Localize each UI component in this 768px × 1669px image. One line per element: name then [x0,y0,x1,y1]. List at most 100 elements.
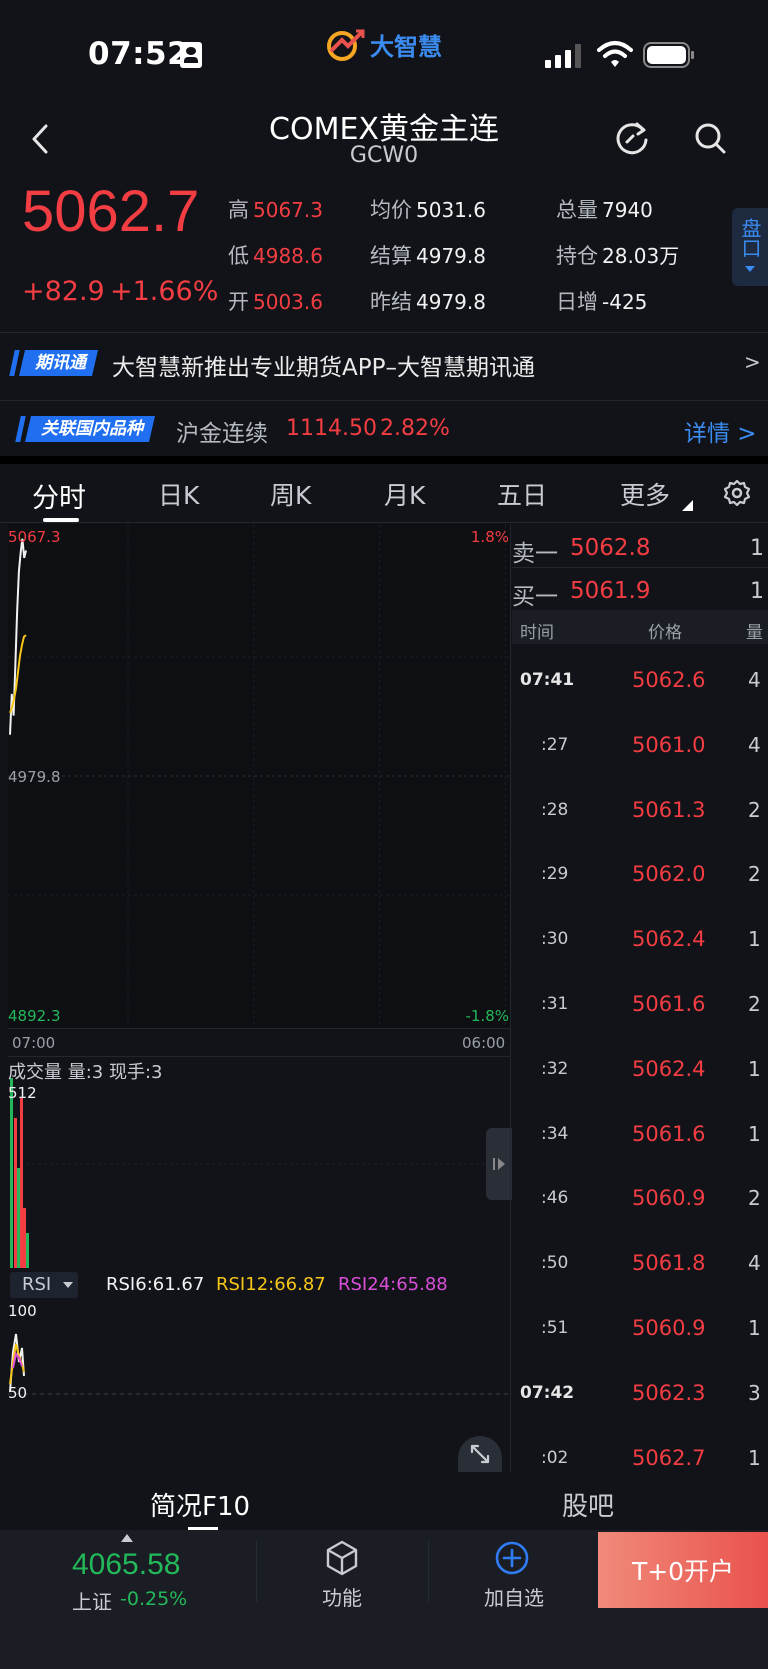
tick-time: 07:42 [520,1382,575,1403]
volume-bar [10,1078,13,1268]
tick-time: :02 [541,1447,569,1468]
logo-mark-icon [327,29,365,61]
rsi-chart[interactable]: RSI RSI6:61.67 RSI12:66.87 RSI24:65.88 1… [8,1272,511,1472]
intraday-price-svg [8,524,511,1028]
index-value[interactable]: 4065.58 [72,1548,180,1582]
collapse-handle[interactable] [486,1128,512,1200]
tick-price: 5060.9 [632,1186,706,1211]
ask-price: 5062.8 [570,535,651,561]
tick-time: :28 [541,799,569,820]
tick-time: :32 [541,1058,569,1079]
volume-title: 成交量 量:3 现手:3 [8,1062,163,1083]
refresh-icon[interactable] [612,118,652,158]
intraday-chart[interactable]: 5067.3 1.8% 4979.8 4892.3 -1.8% [8,524,511,1028]
tick-time: :30 [541,929,569,950]
tick-qty: 2 [748,992,761,1016]
news-headline[interactable]: 大智慧新推出专业期货APP–大智慧期讯通 [112,348,535,382]
tick-time: :31 [541,994,569,1014]
rsi-selector[interactable]: RSI [10,1272,78,1298]
rsi24-value: RSI24:65.88 [338,1274,448,1295]
caret-down-icon [745,266,755,272]
open-account-button[interactable]: T+0开户 [598,1532,768,1608]
quote-field-label: 开 [228,290,249,314]
play-pause-icon [493,1158,505,1170]
rsi-selector-label: RSI [22,1274,52,1295]
price-change-percent: +1.66% [110,276,219,307]
quote-field: 结算 4979.8 [370,240,486,270]
quote-field: 昨结 4979.8 [370,286,486,316]
related-detail-link[interactable]: 详情 > [684,414,757,448]
add-circle-icon [495,1541,529,1575]
index-name: 上证 [72,1590,112,1614]
search-icon[interactable] [690,118,730,158]
tab-intraday[interactable]: 分时 [32,476,86,515]
app-logo: 大智慧 [326,24,444,64]
rsi-top: 100 [8,1302,37,1320]
divider [8,1028,511,1029]
panel-divider [510,524,511,1472]
order-panel-tab[interactable]: 盘口 [732,208,768,286]
quote-field-value: 28.03万 [602,244,680,268]
tick-price: 5061.8 [632,1251,706,1276]
rsi-mid: 50 [8,1384,28,1402]
tab-monthly-k[interactable]: 月K [384,476,425,512]
quote-field-label: 低 [228,244,249,268]
tick-price: 5060.9 [632,1316,706,1340]
quote-field-label: 持仓 [556,244,598,268]
tab-forum[interactable]: 股吧 [562,1486,614,1523]
divider [256,1540,257,1602]
volume-bar [23,1208,26,1268]
quote-field: 日增 -425 [556,286,647,316]
fullscreen-button[interactable] [458,1436,502,1472]
function-button[interactable]: 功能 [300,1538,384,1610]
news-tag-label: 期讯通 [19,350,98,376]
tick-qty: 2 [748,862,761,887]
tab-f10[interactable]: 简况F10 [150,1486,250,1523]
tick-time: :29 [541,864,569,885]
tab-more[interactable]: 更多 [620,476,670,512]
bottom-tabs [0,1472,768,1530]
quote-field: 低 4988.6 [228,240,323,270]
divider [428,1540,429,1602]
quote-field-value: 7940 [602,198,653,222]
contract-code: GCW0 [349,143,419,168]
related-percent: 2.82% [380,416,450,441]
divider [8,1056,511,1057]
volume-bars-svg [8,1078,511,1268]
quote-field: 总量 7940 [556,194,653,224]
tick-qty: 4 [748,732,761,757]
tick-qty: 2 [748,1186,761,1211]
add-watchlist-button[interactable]: 加自选 [474,1538,558,1610]
caret-down-icon [62,1282,73,1288]
quote-field-value: -425 [602,290,648,314]
volume-bar [17,1168,20,1268]
tick-qty: 2 [748,797,761,822]
tick-qty: 1 [748,1121,761,1146]
tag-edge [9,350,20,376]
related-name: 沪金连续 [176,421,268,447]
tab-weekly-k[interactable]: 周K [270,476,311,512]
tab-daily-k[interactable]: 日K [158,476,199,512]
related-tag: 关联国内品种 [15,416,155,442]
more-caret-icon [682,500,693,511]
tick-price: 5061.0 [632,732,706,757]
quote-field: 持仓 28.03万 [556,240,679,270]
tick-qty: 1 [748,927,761,952]
index-up-caret-icon [121,1534,133,1542]
quote-field-value: 5003.6 [253,290,323,314]
ask-qty: 1 [750,536,764,561]
tick-qty: 1 [748,1316,761,1340]
quote-field: 高 5067.3 [228,194,323,224]
ticks-header-qty: 量 [746,623,763,643]
battery-icon [643,42,694,68]
tab-five-day[interactable]: 五日 [497,476,547,512]
ticks-header-price: 价格 [648,623,682,643]
related-tag-label: 关联国内品种 [25,416,155,442]
volume-chart[interactable]: 成交量 量:3 现手:3 512 [8,1058,512,1270]
news-arrow[interactable]: > [744,350,761,374]
gear-icon[interactable] [722,478,752,508]
quote-field-value: 5031.6 [416,198,486,222]
tick-price: 5062.4 [632,1056,706,1081]
quote-field-label: 结算 [370,244,412,268]
rsi6-value: RSI6:61.67 [106,1274,205,1295]
